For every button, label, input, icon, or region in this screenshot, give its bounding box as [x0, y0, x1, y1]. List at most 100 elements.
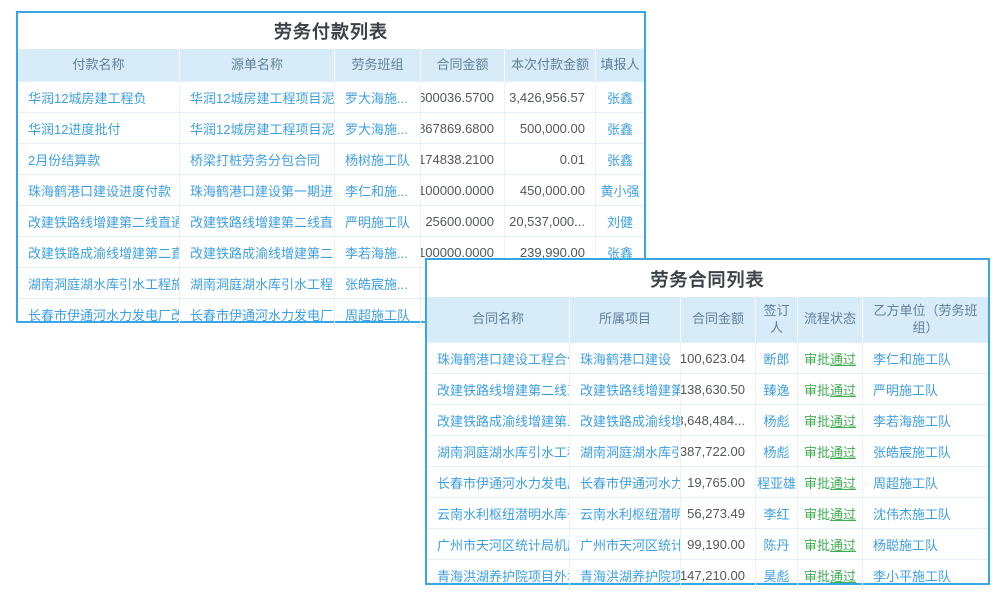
signer-link[interactable]: 断郎 [755, 343, 797, 373]
labor-team-link[interactable]: 严明施工队 [334, 206, 420, 236]
table-row: 广州市天河区统计局机房改...广州市天河区统计...99,190.00陈丹审批通… [427, 528, 988, 559]
status-link[interactable]: 通过 [830, 535, 856, 554]
table-row: 珠海鹤港口建设工程合作协...珠海鹤港口建设100,623.04断郎审批通过李仁… [427, 342, 988, 373]
payment-name-link[interactable]: 改建铁路成渝线增建第二直... [18, 237, 179, 267]
status-link[interactable]: 通过 [830, 566, 856, 585]
source-name-link[interactable]: 湖南洞庭湖水库引水工程... [179, 268, 334, 298]
reporter-link[interactable]: 刘健 [595, 206, 644, 236]
table-row: 珠海鹤港口建设进度付款珠海鹤港口建设第一期进...李仁和施...100000.0… [18, 174, 644, 205]
labor-team-link[interactable]: 罗大海施... [334, 82, 420, 112]
table-row: 改建铁路线增建第二线直通...改建铁路线增建第二线直...严明施工队25600.… [18, 205, 644, 236]
payment-name-link[interactable]: 华润12进度批付 [18, 113, 179, 143]
labor-team-link[interactable]: 李仁和施... [334, 175, 420, 205]
reporter-link[interactable]: 张鑫 [595, 82, 644, 112]
column-header-labor-team: 劳务班组 [334, 49, 420, 81]
source-name-link[interactable]: 长春市伊通河水力发电厂... [179, 299, 334, 329]
source-name-link[interactable]: 改建铁路成渝线增建第二... [179, 237, 334, 267]
table-row: 改建铁路线增建第二线直通...改建铁路线增建第...138,630.50臻逸审批… [427, 373, 988, 404]
contract-amount-cell: 99,190.00 [680, 529, 755, 559]
contract-amount-cell: 6867869.6800 [420, 113, 504, 143]
contract-name-link[interactable]: 长春市伊通河水力发电厂改... [427, 467, 569, 497]
payment-name-link[interactable]: 2月份结算款 [18, 144, 179, 174]
table-row: 2月份结算款桥梁打桩劳务分包合同杨树施工队174838.21000.01张鑫 [18, 143, 644, 174]
labor-team-link[interactable]: 张皓宸施... [334, 268, 420, 298]
column-header-contract-amount: 合同金额 [680, 297, 755, 342]
reporter-link[interactable]: 张鑫 [595, 144, 644, 174]
party-b-unit-link[interactable]: 沈伟杰施工队 [862, 498, 988, 528]
signer-link[interactable]: 程亚雄 [755, 467, 797, 497]
source-name-link[interactable]: 华润12城房建工程项目泥... [179, 113, 334, 143]
status-text: 审批 [804, 442, 830, 461]
column-header-flow-status: 流程状态 [797, 297, 862, 342]
signer-link[interactable]: 陈丹 [755, 529, 797, 559]
contract-table-header-row: 合同名称 所属项目 合同金额 签订人 流程状态 乙方单位（劳务班组） [427, 297, 988, 342]
project-link[interactable]: 广州市天河区统计... [569, 529, 680, 559]
payment-name-link[interactable]: 长春市伊通河水力发电厂改... [18, 299, 179, 329]
project-link[interactable]: 珠海鹤港口建设 [569, 343, 680, 373]
party-b-unit-link[interactable]: 李若海施工队 [862, 405, 988, 435]
contract-amount-cell: 138,630.50 [680, 374, 755, 404]
column-header-contract-name: 合同名称 [427, 297, 569, 342]
table-row: 华润12进度批付华润12城房建工程项目泥...罗大海施...6867869.68… [18, 112, 644, 143]
source-name-link[interactable]: 桥梁打桩劳务分包合同 [179, 144, 334, 174]
signer-link[interactable]: 杨彪 [755, 436, 797, 466]
contract-amount-cell: 56,273.49 [680, 498, 755, 528]
contract-amount-cell: 4600036.5700 [420, 82, 504, 112]
status-text: 审批 [804, 349, 830, 368]
source-name-link[interactable]: 华润12城房建工程项目泥... [179, 82, 334, 112]
column-header-party-b-unit: 乙方单位（劳务班组） [862, 297, 988, 342]
contract-name-link[interactable]: 云南水利枢纽潜明水库一期... [427, 498, 569, 528]
labor-team-link[interactable]: 周超施工队 [334, 299, 420, 329]
party-b-unit-link[interactable]: 李小平施工队 [862, 560, 988, 590]
contract-amount-cell: 147,210.00 [680, 560, 755, 590]
labor-team-link[interactable]: 杨树施工队 [334, 144, 420, 174]
contract-amount-cell: 387,722.00 [680, 436, 755, 466]
payment-name-link[interactable]: 湖南洞庭湖水库引水工程施... [18, 268, 179, 298]
status-text: 审批 [804, 535, 830, 554]
signer-link[interactable]: 臻逸 [755, 374, 797, 404]
signer-link[interactable]: 昊彪 [755, 560, 797, 590]
status-link[interactable]: 通过 [830, 411, 856, 430]
status-link[interactable]: 通过 [830, 473, 856, 492]
project-link[interactable]: 改建铁路线增建第... [569, 374, 680, 404]
party-b-unit-link[interactable]: 李仁和施工队 [862, 343, 988, 373]
project-link[interactable]: 改建铁路成渝线增... [569, 405, 680, 435]
contract-name-link[interactable]: 湖南洞庭湖水库引水工程施... [427, 436, 569, 466]
status-text: 审批 [804, 566, 830, 585]
status-link[interactable]: 通过 [830, 504, 856, 523]
party-b-unit-link[interactable]: 张皓宸施工队 [862, 436, 988, 466]
contract-amount-cell: 3,648,484... [680, 405, 755, 435]
contract-name-link[interactable]: 广州市天河区统计局机房改... [427, 529, 569, 559]
status-link[interactable]: 通过 [830, 380, 856, 399]
table-row: 华润12城房建工程负华润12城房建工程项目泥...罗大海施...4600036.… [18, 81, 644, 112]
contract-name-link[interactable]: 改建铁路线增建第二线直通... [427, 374, 569, 404]
signer-link[interactable]: 杨彪 [755, 405, 797, 435]
flow-status-cell: 审批通过 [797, 467, 862, 497]
contract-name-link[interactable]: 改建铁路成渝线增建第二直... [427, 405, 569, 435]
reporter-link[interactable]: 黄小强 [595, 175, 644, 205]
party-b-unit-link[interactable]: 周超施工队 [862, 467, 988, 497]
reporter-link[interactable]: 张鑫 [595, 113, 644, 143]
payment-name-link[interactable]: 改建铁路线增建第二线直通... [18, 206, 179, 236]
signer-link[interactable]: 李红 [755, 498, 797, 528]
status-link[interactable]: 通过 [830, 442, 856, 461]
source-name-link[interactable]: 改建铁路线增建第二线直... [179, 206, 334, 236]
project-link[interactable]: 长春市伊通河水力... [569, 467, 680, 497]
contract-name-link[interactable]: 青海洪湖养护院项目外墙涂... [427, 560, 569, 590]
status-link[interactable]: 通过 [830, 349, 856, 368]
contract-name-link[interactable]: 珠海鹤港口建设工程合作协... [427, 343, 569, 373]
project-link[interactable]: 青海洪湖养护院项目 [569, 560, 680, 590]
project-link[interactable]: 云南水利枢纽潜明... [569, 498, 680, 528]
status-text: 审批 [804, 411, 830, 430]
column-header-project: 所属项目 [569, 297, 680, 342]
party-b-unit-link[interactable]: 严明施工队 [862, 374, 988, 404]
labor-team-link[interactable]: 李若海施... [334, 237, 420, 267]
flow-status-cell: 审批通过 [797, 343, 862, 373]
project-link[interactable]: 湖南洞庭湖水库引... [569, 436, 680, 466]
source-name-link[interactable]: 珠海鹤港口建设第一期进... [179, 175, 334, 205]
status-text: 审批 [804, 473, 830, 492]
payment-name-link[interactable]: 华润12城房建工程负 [18, 82, 179, 112]
labor-team-link[interactable]: 罗大海施... [334, 113, 420, 143]
payment-name-link[interactable]: 珠海鹤港口建设进度付款 [18, 175, 179, 205]
party-b-unit-link[interactable]: 杨聪施工队 [862, 529, 988, 559]
